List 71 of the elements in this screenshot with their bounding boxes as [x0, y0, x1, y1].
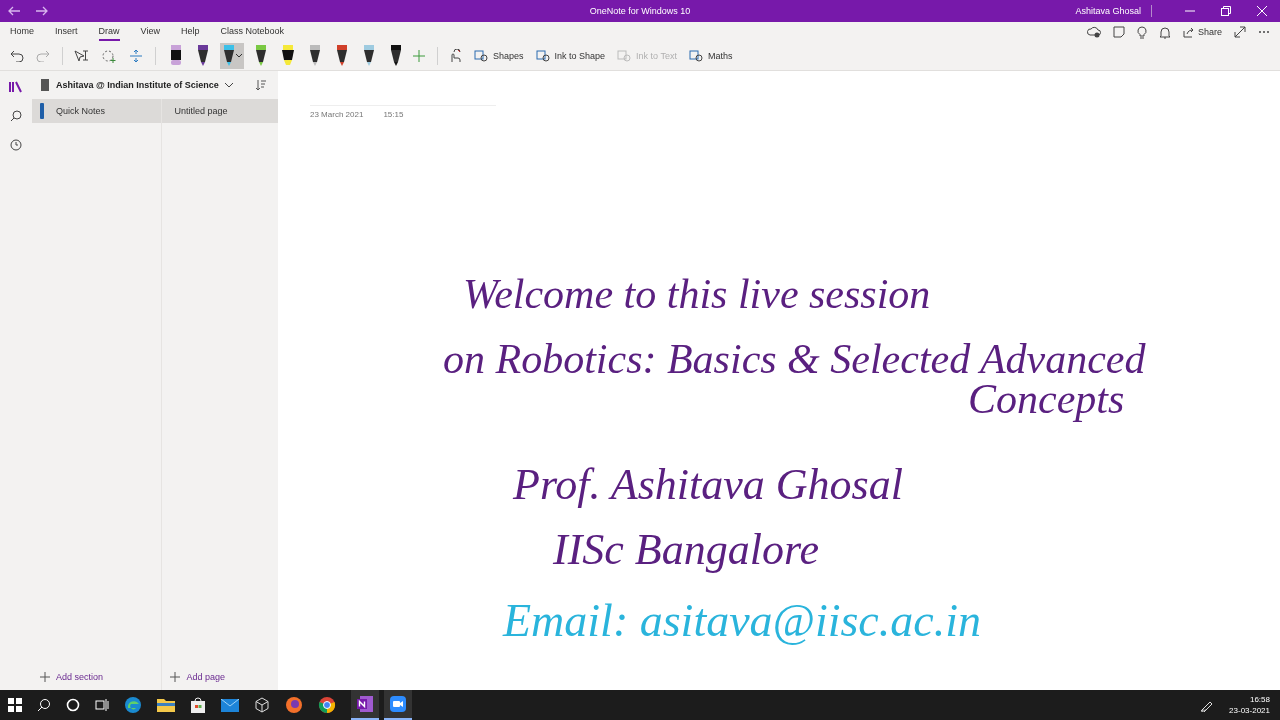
search-icon[interactable]: [37, 698, 51, 712]
page-date: 23 March 2021: [310, 110, 364, 119]
video-app-taskbar-button[interactable]: [384, 690, 412, 720]
expand-icon[interactable]: [1234, 26, 1246, 38]
ribbon-tab[interactable]: Class Notebook: [220, 23, 284, 41]
add-page-button[interactable]: Add page: [162, 664, 278, 690]
handwritten-text: IISc Bangalore: [553, 526, 819, 575]
pen-button[interactable]: [220, 43, 244, 69]
section-name: Quick Notes: [56, 106, 106, 116]
clock-time[interactable]: 16:58: [1249, 695, 1270, 704]
tool-icon: [617, 50, 632, 62]
plus-icon: [40, 672, 50, 682]
store-icon[interactable]: [190, 697, 206, 713]
page-item[interactable]: Untitled page: [162, 99, 278, 123]
window-title: OneNote for Windows 10: [589, 6, 691, 16]
back-arrow-icon: [7, 6, 21, 16]
ribbon-tab[interactable]: Home: [10, 23, 34, 41]
ribbon-tab[interactable]: Draw: [98, 23, 120, 41]
ribbon-tab[interactable]: Help: [180, 23, 200, 41]
add-space-icon[interactable]: [129, 49, 143, 63]
cube-icon[interactable]: [254, 697, 270, 713]
handwritten-text: Welcome to this live session: [463, 271, 931, 318]
chrome-icon[interactable]: [318, 696, 336, 714]
restore-icon: [1221, 6, 1231, 16]
sticky-note-icon[interactable]: [1112, 26, 1125, 38]
page-time: 15:15: [383, 110, 404, 119]
close-icon: [1257, 6, 1267, 16]
notebook-icon: [40, 79, 50, 91]
video-camera-icon: [389, 695, 407, 713]
ink-replay-icon[interactable]: [448, 49, 462, 63]
clock-date[interactable]: 23-03-2021: [1229, 706, 1270, 715]
toolbar-button[interactable]: Ink to Shape: [535, 50, 606, 62]
section-item[interactable]: Quick Notes: [32, 99, 162, 123]
share-icon: [1182, 26, 1195, 38]
toolbar-button[interactable]: Maths: [688, 50, 733, 62]
clock-icon[interactable]: [10, 139, 22, 151]
plus-icon: [170, 672, 181, 682]
chevron-icon[interactable]: [224, 82, 233, 88]
folder-icon[interactable]: [157, 698, 175, 712]
task-view-icon[interactable]: [95, 698, 109, 712]
onenote-taskbar-button[interactable]: [351, 690, 379, 720]
mail-icon[interactable]: [221, 698, 239, 712]
ribbon-tab[interactable]: Insert: [55, 23, 78, 41]
ribbon-tab[interactable]: View: [140, 23, 160, 41]
lasso-add-icon[interactable]: [101, 49, 117, 63]
more-icon[interactable]: [1258, 30, 1270, 34]
bell-icon[interactable]: [1158, 25, 1171, 39]
cortana-icon[interactable]: [66, 698, 80, 712]
tool-icon: [535, 50, 550, 62]
toolbar-button[interactable]: Shapes: [474, 50, 524, 62]
sort-icon[interactable]: [256, 79, 266, 91]
user-name[interactable]: Ashitava Ghosal: [1075, 6, 1141, 16]
tool-icon: [688, 50, 703, 62]
undo-icon[interactable]: [10, 50, 24, 62]
lightbulb-icon[interactable]: [1136, 25, 1147, 39]
handwritten-text: Email: asitava@iisc.ac.in: [503, 596, 981, 647]
add-section-button[interactable]: Add section: [32, 664, 162, 690]
notebooks-icon[interactable]: [9, 81, 23, 93]
windows-start-icon[interactable]: [8, 698, 22, 712]
notebook-name[interactable]: Ashitava @ Indian Institute of Science: [56, 80, 219, 90]
caret-icon: [236, 54, 242, 58]
notebook-app-icon: [356, 695, 374, 713]
forward-arrow-icon: [35, 6, 49, 16]
lasso-select-icon[interactable]: [73, 49, 89, 63]
sync-icon[interactable]: [1086, 26, 1101, 38]
edge-icon[interactable]: [124, 696, 142, 714]
share-button[interactable]: Share: [1182, 26, 1222, 38]
firefox-icon[interactable]: [285, 696, 303, 714]
handwritten-text: Prof. Ashitava Ghosal: [513, 461, 903, 510]
tool-icon: [474, 50, 488, 62]
search-icon[interactable]: [10, 110, 22, 122]
